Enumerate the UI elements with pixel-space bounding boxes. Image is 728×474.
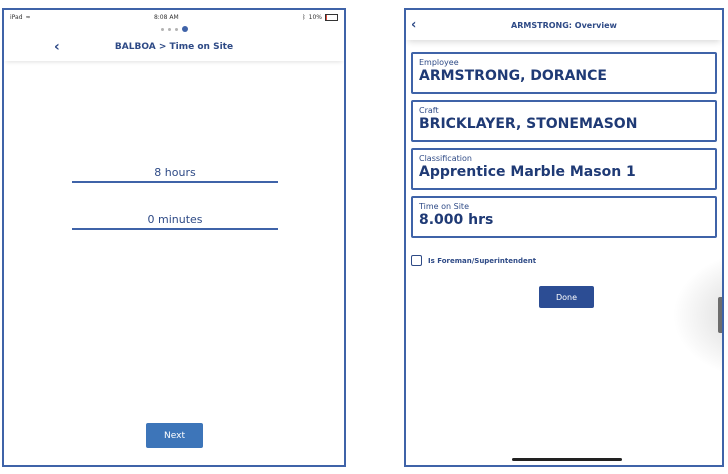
battery-percent: 10% [308,13,322,21]
nav-header: ‹ BALBOA > Time on Site [4,33,344,61]
foreman-label: Is Foreman/Superintendent [428,256,537,265]
status-bar: iPad ≈ 8:08 AM ᛒ 10% [4,10,344,24]
nav-header: ‹ ARMSTRONG: Overview [406,10,722,40]
page-title: BALBOA > Time on Site [114,42,234,52]
classification-field[interactable]: Classification Apprentice Marble Mason 1 [411,148,717,190]
back-chevron-icon[interactable]: ‹ [54,40,60,54]
employee-field[interactable]: Employee ARMSTRONG, DORANCE [411,52,717,94]
left-screen: iPad ≈ 8:08 AM ᛒ 10% ‹ BALBOA > Time on … [2,8,346,467]
wifi-icon: ≈ [25,13,31,21]
status-time: 8:08 AM [153,13,179,21]
page-title: ARMSTRONG: Overview [511,20,617,30]
battery-icon [324,13,338,21]
field-label: Employee [419,58,459,67]
field-label: Time on Site [419,202,469,211]
foreman-checkbox[interactable] [411,255,422,266]
back-chevron-icon[interactable]: ‹ [411,19,416,32]
right-screen: ‹ ARMSTRONG: Overview Employee ARMSTRONG… [404,8,724,467]
hours-input[interactable]: 8 hours [72,166,278,183]
minutes-input[interactable]: 0 minutes [72,213,278,230]
device-label: iPad [10,13,23,21]
page-dot-active [181,26,188,32]
page-dot [167,27,171,31]
field-value: Apprentice Marble Mason 1 [419,164,636,180]
edge-shadow [672,250,722,380]
page-dot [160,27,164,31]
field-label: Classification [419,154,472,163]
field-label: Craft [419,106,439,115]
field-value: BRICKLAYER, STONEMASON [419,116,638,132]
side-handle[interactable] [718,297,722,333]
next-button[interactable]: Next [146,423,203,448]
field-value: 8.000 hrs [419,212,494,228]
craft-field[interactable]: Craft BRICKLAYER, STONEMASON [411,100,717,142]
page-indicator [4,25,344,33]
foreman-row: Is Foreman/Superintendent [411,255,536,266]
bluetooth-icon: ᛒ [302,13,306,21]
page-dot [174,27,178,31]
time-on-site-field[interactable]: Time on Site 8.000 hrs [411,196,717,238]
done-button[interactable]: Done [539,286,594,308]
field-value: ARMSTRONG, DORANCE [419,68,607,84]
home-indicator[interactable] [512,458,622,461]
